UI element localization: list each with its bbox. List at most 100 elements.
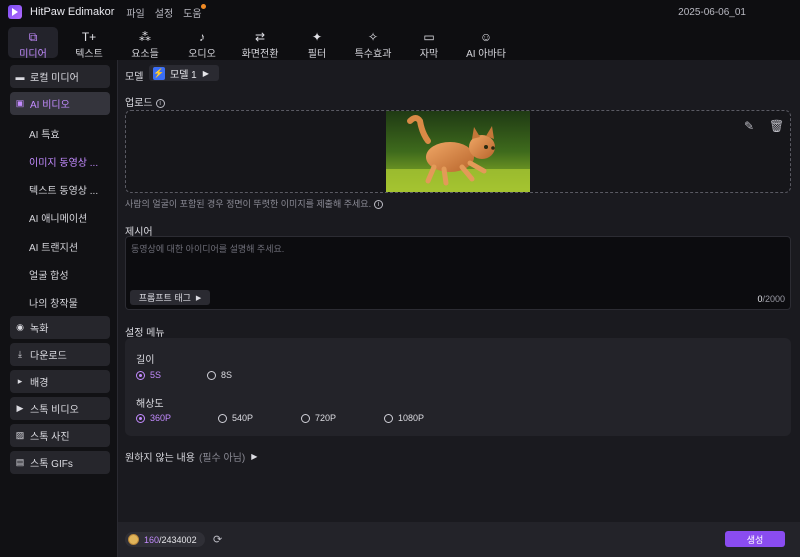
menu-help[interactable]: 도움 <box>183 3 206 20</box>
model-selector[interactable]: ⚡ 모델 1 ▶ <box>149 65 219 81</box>
sidebar-sub-my-creations[interactable]: 나의 창작물 <box>29 295 78 310</box>
upload-label: 업로드 i <box>125 94 165 109</box>
footer-bar: 160 /2434002 ⟳ 생성 <box>118 522 800 557</box>
negative-prompt-toggle[interactable]: 원하지 않는 내용 (필수 아님) ▶ <box>125 449 257 464</box>
sidebar-item-record[interactable]: ◉ 녹화 <box>10 316 110 339</box>
menu-file[interactable]: 파일 <box>126 5 144 20</box>
sidebar-item-local-media[interactable]: ▬ 로컬 미디어 <box>10 65 110 88</box>
upload-hint-text: 사람의 얼굴이 포함된 경우 정면이 뚜렷한 이미지를 제출해 주세요. <box>125 199 372 209</box>
sidebar-item-stock-photo[interactable]: ▨ 스톡 사진 <box>10 424 110 447</box>
ai-video-icon: ▣ <box>15 98 25 108</box>
sidebar-sub-ai-transition[interactable]: AI 트랜지션 <box>29 239 78 254</box>
upload-hint: 사람의 얼굴이 포함된 경우 정면이 뚜렷한 이미지를 제출해 주세요. i <box>125 197 384 210</box>
tab-elements[interactable]: ⁂ 요소들 <box>120 27 170 60</box>
sidebar-item-label: 스톡 비디오 <box>30 405 79 416</box>
tab-effects[interactable]: ✧ 특수효과 <box>346 27 400 60</box>
resolution-option-1080p[interactable]: 1080P <box>384 413 424 423</box>
tab-filter[interactable]: ✦ 필터 <box>292 27 342 60</box>
tab-text[interactable]: T+ 텍스트 <box>64 27 114 60</box>
upload-area[interactable]: ✎ 🗑 <box>125 110 791 193</box>
prompt-textarea[interactable]: 동영상에 대한 아이디어를 설명해 주세요. 프롬프트 태그 ▶ 0/2000 <box>125 236 791 310</box>
menu-help-label: 도움 <box>183 8 202 20</box>
project-name[interactable]: 2025-06-06_01 <box>678 7 746 18</box>
info-icon[interactable]: i <box>374 200 384 210</box>
upload-label-text: 업로드 <box>125 98 153 109</box>
download-icon: ⤓ <box>18 349 22 359</box>
radio-icon <box>207 370 216 380</box>
resolution-label: 해상도 <box>136 399 164 410</box>
subtitle-icon: ▭ <box>423 30 435 44</box>
sidebar-item-stock-gifs[interactable]: ▤ 스톡 GIFs <box>10 451 110 474</box>
length-option-label: 8S <box>221 370 233 380</box>
kitten-image <box>386 111 530 192</box>
tab-transition-label: 화면전환 <box>241 49 279 60</box>
uploaded-kitten-image <box>386 111 530 192</box>
negative-prompt-label: 원하지 않는 내용 <box>125 453 195 464</box>
sidebar-sub-text-to-video[interactable]: 텍스트 동영상 ... <box>29 182 98 197</box>
resolution-option-720p[interactable]: 720P <box>301 413 336 423</box>
edit-icon[interactable]: ✎ <box>744 119 754 133</box>
sidebar-item-ai-video[interactable]: ▣ AI 비디오 <box>10 92 110 115</box>
text-icon: T+ <box>81 30 97 44</box>
resolution-option-360p[interactable]: 360P <box>136 413 171 423</box>
sidebar-item-background[interactable]: ▸ 배경 <box>10 370 110 393</box>
sidebar-item-stock-video[interactable]: ▶ 스톡 비디오 <box>10 397 110 420</box>
sidebar-item-label: 녹화 <box>30 324 49 335</box>
radio-icon <box>218 413 227 423</box>
tab-filter-label: 필터 <box>307 49 327 60</box>
sidebar-sub-image-to-video[interactable]: 이미지 동영상 ... <box>29 154 98 169</box>
media-icon: ⧉ <box>28 30 38 44</box>
chevron-right-icon: ▸ <box>17 376 23 386</box>
sidebar-sub-ai-effects[interactable]: AI 특효 <box>29 126 60 141</box>
tab-audio[interactable]: ♪ 오디오 <box>177 27 227 60</box>
refresh-icon[interactable]: ⟳ <box>213 533 222 546</box>
prompt-tag-label: 프롬프트 태그 <box>138 293 191 303</box>
sidebar-sub-face-swap[interactable]: 얼굴 합성 <box>29 267 69 282</box>
menu-settings[interactable]: 설정 <box>155 5 173 20</box>
tab-subtitle[interactable]: ▭ 자막 <box>404 27 454 60</box>
delete-icon[interactable]: 🗑 <box>769 119 784 133</box>
sidebar-item-label: 배경 <box>30 378 49 389</box>
resolution-option-label: 540P <box>232 413 254 423</box>
main-toolbar: ⧉ 미디어 T+ 텍스트 ⁂ 요소들 ♪ 오디오 ⇄ 화면전환 ✦ 필터 ✧ 특… <box>0 24 800 60</box>
effects-icon: ✧ <box>367 30 379 44</box>
settings-label: 설정 메뉴 <box>125 328 165 339</box>
avatar-icon: ☺ <box>479 30 493 44</box>
radio-selected-icon <box>136 370 145 380</box>
notification-dot <box>200 3 206 9</box>
sidebar-item-label: 스톡 사진 <box>30 432 70 443</box>
folder-icon: ▬ <box>15 71 25 82</box>
lightning-icon: ⚡ <box>153 66 165 80</box>
model-label: 모델 <box>125 72 144 83</box>
sidebar: ▬ 로컬 미디어 ▣ AI 비디오 AI 특효 이미지 동영상 ... 텍스트 … <box>0 60 117 557</box>
info-icon[interactable]: i <box>155 98 165 108</box>
tab-ai-avatar[interactable]: ☺ AI 아바타 <box>458 27 514 60</box>
resolution-option-label: 360P <box>150 413 172 423</box>
length-option-label: 5S <box>150 370 162 380</box>
tab-ai-avatar-label: AI 아바타 <box>466 49 506 60</box>
resolution-option-label: 1080P <box>398 413 425 423</box>
tab-media-label: 미디어 <box>19 49 47 60</box>
transition-icon: ⇄ <box>254 30 266 44</box>
tab-audio-label: 오디오 <box>188 49 216 60</box>
generate-button[interactable]: 생성 <box>725 531 785 547</box>
tab-text-label: 텍스트 <box>75 49 103 60</box>
sidebar-item-download[interactable]: ⤓ 다운로드 <box>10 343 110 366</box>
tab-media[interactable]: ⧉ 미디어 <box>8 27 58 60</box>
sidebar-sub-ai-animation[interactable]: AI 애니메이션 <box>29 210 87 225</box>
radio-selected-icon <box>136 413 145 423</box>
length-option-8s[interactable]: 8S <box>207 370 232 380</box>
prompt-tag-button[interactable]: 프롬프트 태그 ▶ <box>130 290 210 305</box>
record-icon: ◉ <box>16 322 24 332</box>
chevron-right-icon: ▶ <box>202 68 209 78</box>
audio-icon: ♪ <box>199 30 205 44</box>
title-bar: HitPaw Edimakor 파일 설정 도움 2025-06-06_01 <box>0 0 800 24</box>
length-option-5s[interactable]: 5S <box>136 370 161 380</box>
elements-icon: ⁂ <box>139 30 151 44</box>
settings-panel: 길이 5S 8S 해상도 360P 540P 720P 1080P <box>125 338 791 436</box>
resolution-option-540p[interactable]: 540P <box>218 413 253 423</box>
tab-transition[interactable]: ⇄ 화면전환 <box>233 27 287 60</box>
tab-effects-label: 특수효과 <box>354 49 392 60</box>
prompt-placeholder: 동영상에 대한 아이디어를 설명해 주세요. <box>131 244 285 254</box>
play-icon: ▶ <box>16 403 24 413</box>
